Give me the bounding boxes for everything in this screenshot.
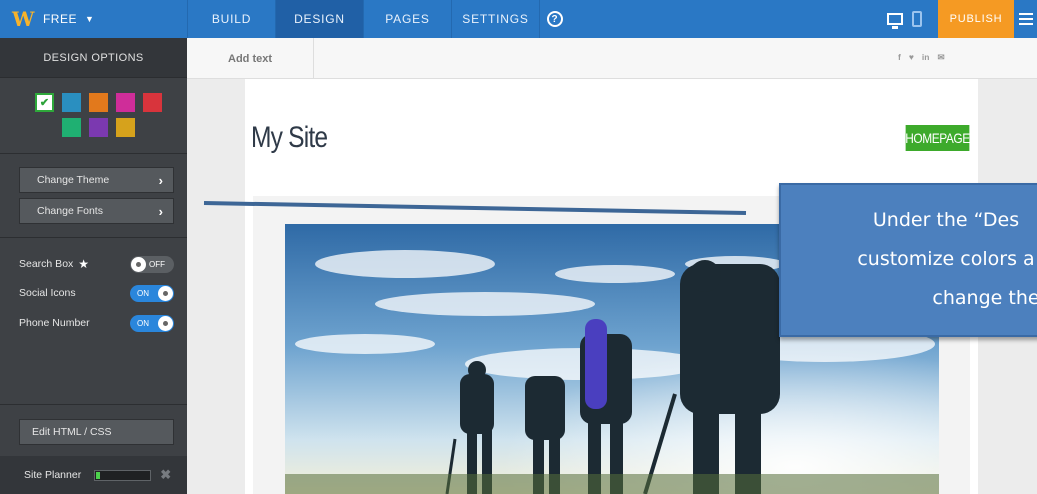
chevron-right-icon: ›	[158, 173, 163, 188]
change-fonts-label: Change Fonts	[37, 205, 103, 217]
color-swatch[interactable]	[116, 93, 135, 112]
change-theme-button[interactable]: Change Theme ›	[19, 167, 174, 193]
divider	[0, 404, 187, 405]
weebly-editor: W FREE ▼ BUILD DESIGN PAGES SETTINGS ? P…	[0, 0, 1037, 494]
tab-settings[interactable]: SETTINGS	[451, 0, 539, 38]
tab-pages[interactable]: PAGES	[363, 0, 451, 38]
menu-button[interactable]	[1014, 0, 1037, 38]
edit-html-css-button[interactable]: Edit HTML / CSS	[19, 419, 174, 445]
color-swatch[interactable]	[89, 93, 108, 112]
facebook-icon[interactable]: f	[898, 52, 901, 63]
nav-item-homepage[interactable]: HOMEPAGE	[905, 125, 970, 151]
change-fonts-button[interactable]: Change Fonts ›	[19, 198, 174, 224]
color-swatch[interactable]	[62, 118, 81, 137]
toggle-knob	[131, 257, 146, 272]
site-planner[interactable]: Site Planner ✖	[0, 456, 187, 494]
site-title[interactable]: My Site	[251, 121, 328, 155]
twitter-icon[interactable]: ♥	[909, 52, 914, 63]
sidebar-title: DESIGN OPTIONS	[0, 38, 187, 78]
phone-number-row: Phone Number ON	[19, 314, 174, 332]
phone-number-toggle[interactable]: ON	[130, 315, 174, 332]
add-text-button[interactable]: Add text	[187, 38, 314, 79]
weebly-logo-icon: W	[12, 7, 35, 31]
search-box-row: Search Box ★ OFF	[19, 255, 174, 273]
close-icon[interactable]: ✖	[160, 467, 171, 483]
social-icons-label: Social Icons	[19, 287, 76, 299]
checkmark-icon: ✔	[37, 95, 52, 110]
top-bar: W FREE ▼ BUILD DESIGN PAGES SETTINGS ? P…	[0, 0, 1037, 38]
plan-label: FREE	[42, 12, 77, 26]
toggle-state: ON	[137, 319, 149, 328]
search-box-label: Search Box	[19, 258, 74, 270]
color-swatch[interactable]	[62, 93, 81, 112]
site-planner-label: Site Planner	[24, 469, 82, 481]
color-swatch[interactable]	[143, 93, 162, 112]
color-swatch[interactable]	[89, 118, 108, 137]
star-icon: ★	[78, 257, 90, 271]
site-planner-progress	[94, 469, 152, 481]
help-button[interactable]: ?	[539, 0, 569, 38]
top-right-controls: PUBLISH	[884, 0, 1037, 38]
progress-fill	[96, 471, 101, 479]
mobile-view-button[interactable]	[906, 0, 928, 38]
color-swatch[interactable]: ✔	[35, 93, 54, 112]
divider	[0, 153, 187, 154]
email-icon[interactable]: ✉	[937, 52, 944, 63]
callout-line-3: change the	[932, 287, 1037, 309]
phone-number-label: Phone Number	[19, 317, 90, 329]
publish-button[interactable]: PUBLISH	[938, 0, 1014, 38]
chevron-down-icon: ▼	[84, 14, 95, 24]
search-box-toggle[interactable]: OFF	[130, 256, 174, 273]
desktop-icon	[887, 13, 903, 29]
social-icons-toggle[interactable]: ON	[130, 285, 174, 302]
tutorial-callout: Under the “Des customize colors a change…	[779, 183, 1037, 337]
toggle-knob	[158, 286, 173, 301]
toggle-state: ON	[137, 289, 149, 298]
main-tabs: BUILD DESIGN PAGES SETTINGS ?	[187, 0, 569, 38]
editor-header-bar: Add text f ♥ in ✉	[187, 38, 1037, 79]
help-icon: ?	[546, 11, 563, 27]
toggle-state: OFF	[149, 260, 165, 269]
hamburger-icon	[1018, 13, 1033, 15]
change-theme-label: Change Theme	[37, 174, 110, 186]
callout-line-1: Under the “Des	[872, 209, 1020, 231]
social-icons-row: Social Icons ON	[19, 284, 174, 302]
social-icons: f ♥ in ✉	[898, 52, 945, 63]
divider	[0, 237, 187, 238]
plan-dropdown[interactable]: W FREE ▼	[0, 0, 187, 38]
color-swatch[interactable]	[116, 118, 135, 137]
chevron-right-icon: ›	[158, 204, 163, 219]
phone-icon	[912, 11, 922, 27]
tab-build[interactable]: BUILD	[187, 0, 275, 38]
desktop-view-button[interactable]	[884, 0, 906, 38]
callout-line-2: customize colors a	[857, 248, 1035, 270]
tab-design[interactable]: DESIGN	[275, 0, 363, 38]
toggle-knob	[158, 316, 173, 331]
linkedin-icon[interactable]: in	[922, 52, 930, 63]
design-sidebar: DESIGN OPTIONS ✔ Change Theme › Change F…	[0, 38, 187, 494]
